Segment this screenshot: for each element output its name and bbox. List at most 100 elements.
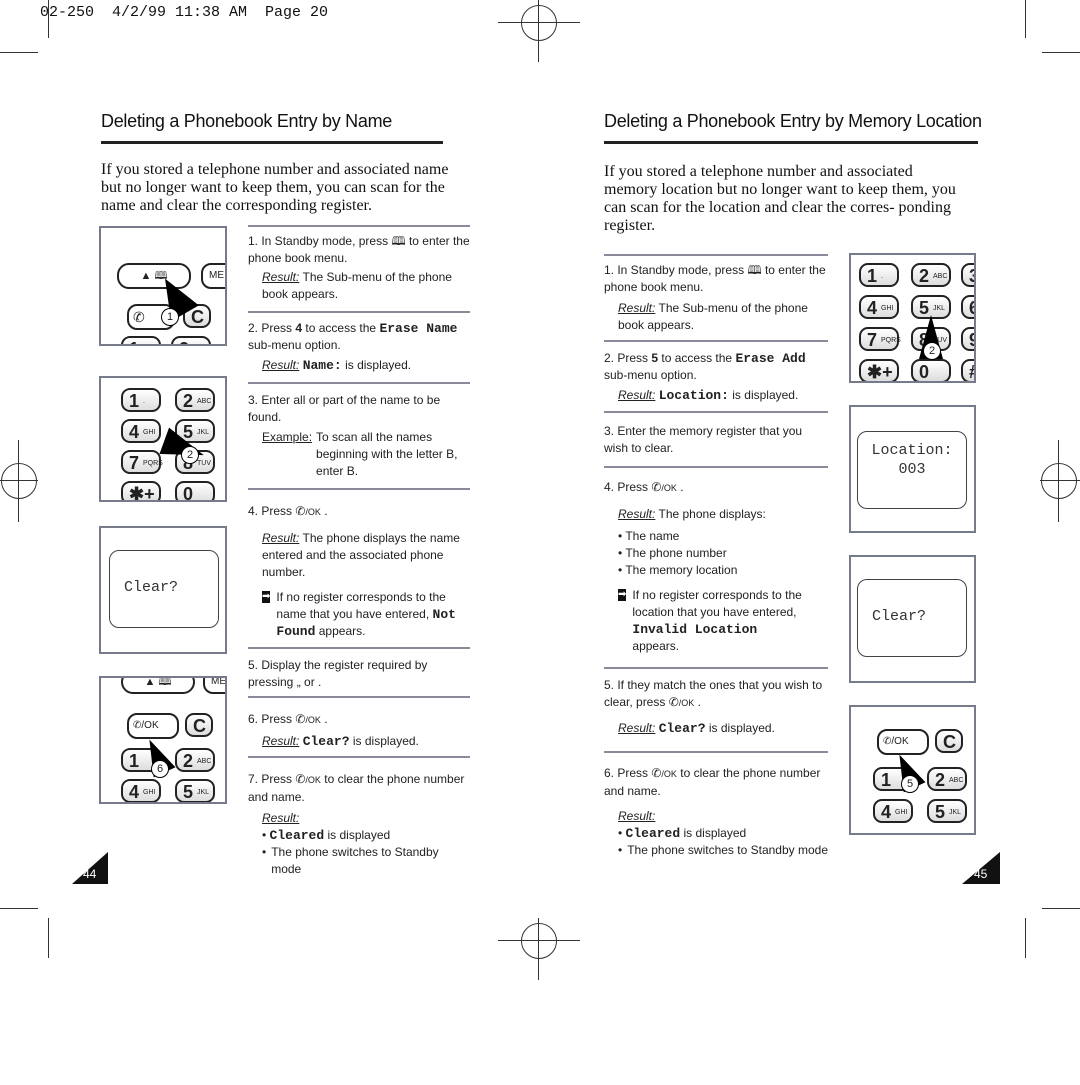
step-text: „ or . [296,675,322,689]
ok-label: /OK [141,720,159,731]
note-text: appears. [632,639,680,653]
callout-number: 1 [161,308,179,326]
registration-line [1040,480,1080,481]
result-label: Result: [618,388,656,402]
callout-number: 5 [901,775,919,793]
result-text: The phone displays: [658,507,766,521]
key-star: ✱+ [859,359,899,381]
send-ok-key: ✆/OK [877,729,929,755]
step-text: 7. Press [248,772,293,786]
step-text: 1. In Standby mode, press [604,263,745,277]
crop-mark [0,52,38,53]
key-9: 9 [961,327,974,351]
send-key-icon: ✆ [295,772,306,786]
divider [604,340,828,342]
right-step-3: 3. Enter the memory register that you wi… [604,423,814,457]
key-4: 4 [129,782,140,802]
registration-mark [1041,463,1077,499]
result-label: Result: [262,734,300,748]
right-step-5: 5. If they match the ones that you wish … [604,677,828,737]
result-label: Result: [262,358,300,372]
up-phonebook-key: ▲ 🕮 [121,678,195,694]
key-letters: JKL [949,809,962,817]
step-text: . [324,712,328,726]
display-illustration: Clear? [99,526,227,654]
lcd-screen: Clear? [109,550,219,628]
note-text: appears. [318,624,366,638]
step-text: to access the [305,321,377,335]
step-text: sub-menu option. [604,368,697,382]
key-3: 3 [961,263,974,287]
key-label: 5 [651,351,659,365]
left-step-2: 2. Press 4 to access the Erase Name sub-… [248,320,470,374]
send-key-icon: ✆ [651,480,662,494]
left-page-title: Deleting a Phonebook Entry by Name [101,111,392,131]
step-text: 5. Display the register required by pres… [248,658,428,689]
divider [604,466,828,468]
result-label: Result: [618,809,656,823]
step-text: . [324,504,328,518]
key-2: 2 [183,391,194,411]
send-key-icon: ✆ [668,695,679,709]
lcd-text: Clear? [872,608,927,625]
left-step-1: 1. In Standby mode, press 🕮 to enter the… [248,233,470,303]
key-0: 0 [175,481,215,500]
step-text: 6. Press [248,712,293,726]
right-step-1: 1. In Standby mode, press 🕮 to enter the… [604,262,828,334]
display-text: Clear? [302,734,350,749]
step-text: to access the [661,351,733,365]
key-1: 1 [121,336,161,344]
result-label: Result: [262,811,300,825]
step-text: 1. In Standby mode, press [248,234,389,248]
result-text: is displayed. [732,388,799,402]
left-step-7: 7. Press ✆/OK to clear the phone number … [248,771,470,878]
ok-label: /OK [305,775,321,785]
key-letters: ABC [933,273,948,281]
left-step-5: 5. Display the register required by pres… [248,657,448,691]
left-step-4: 4. Press ✆/OK . Result: The phone displa… [248,503,470,640]
divider [604,254,828,256]
registration-line [0,480,38,481]
bullet-text: The memory location [625,563,738,577]
bullet-text: The phone switches to Standby mode [627,843,828,857]
phone-ok-illustration: ✆/OK C 1 2 ABC 4 GHI 5 JKL 5 [849,705,976,835]
result-text: is displayed. [352,734,419,748]
registration-line [1058,440,1059,522]
step-text: 3. Enter all or part of the name to be f… [248,393,441,424]
ok-label: /OK [305,715,321,725]
result-label: Result: [618,507,656,521]
example-text: To scan all the names beginning with the… [316,430,458,478]
menu-key: ME [201,263,225,289]
divider [604,751,828,753]
right-step-6: 6. Press ✆/OK to clear the phone number … [604,766,828,857]
clear-key: C [185,713,213,737]
key-letters: GHI [895,809,908,817]
note-arrow-icon: ➡ [618,589,627,601]
display-text: Location: [658,388,729,403]
crop-mark [0,908,38,909]
crop-mark [48,918,49,958]
registration-mark [521,5,557,41]
right-intro: If you stored a telephone number and ass… [604,163,956,234]
key-letters: GHI [143,429,156,437]
step-text: 3. Enter the memory register that you wi… [604,424,803,455]
left-step-6: 6. Press ✆/OK . Result: Clear? is displa… [248,711,470,750]
key-5: 5 [935,802,946,822]
manual-page: 02-250 4/2/99 11:38 AM Page 20 Deleting … [0,0,1080,1085]
phone-top-illustration: ▲ 🕮 ME ✆ C 1 2 1 [99,226,227,346]
callout-number: 2 [923,342,941,360]
display-text: Clear? [658,721,706,736]
menu-option: Erase Name [379,321,458,336]
crop-mark [1025,918,1026,958]
key-4: 4 [867,298,878,318]
bullet-text: is displayed [683,826,747,840]
menu-key: ME [203,678,225,694]
menu-option: Erase Add [735,351,806,366]
crop-mark [48,0,49,38]
crop-mark [1042,908,1080,909]
send-key-icon: ✆ [295,504,306,518]
divider [248,756,470,758]
step-text: 4. Press [248,504,293,518]
registration-line [498,22,580,23]
key-6: 6 [961,295,974,319]
